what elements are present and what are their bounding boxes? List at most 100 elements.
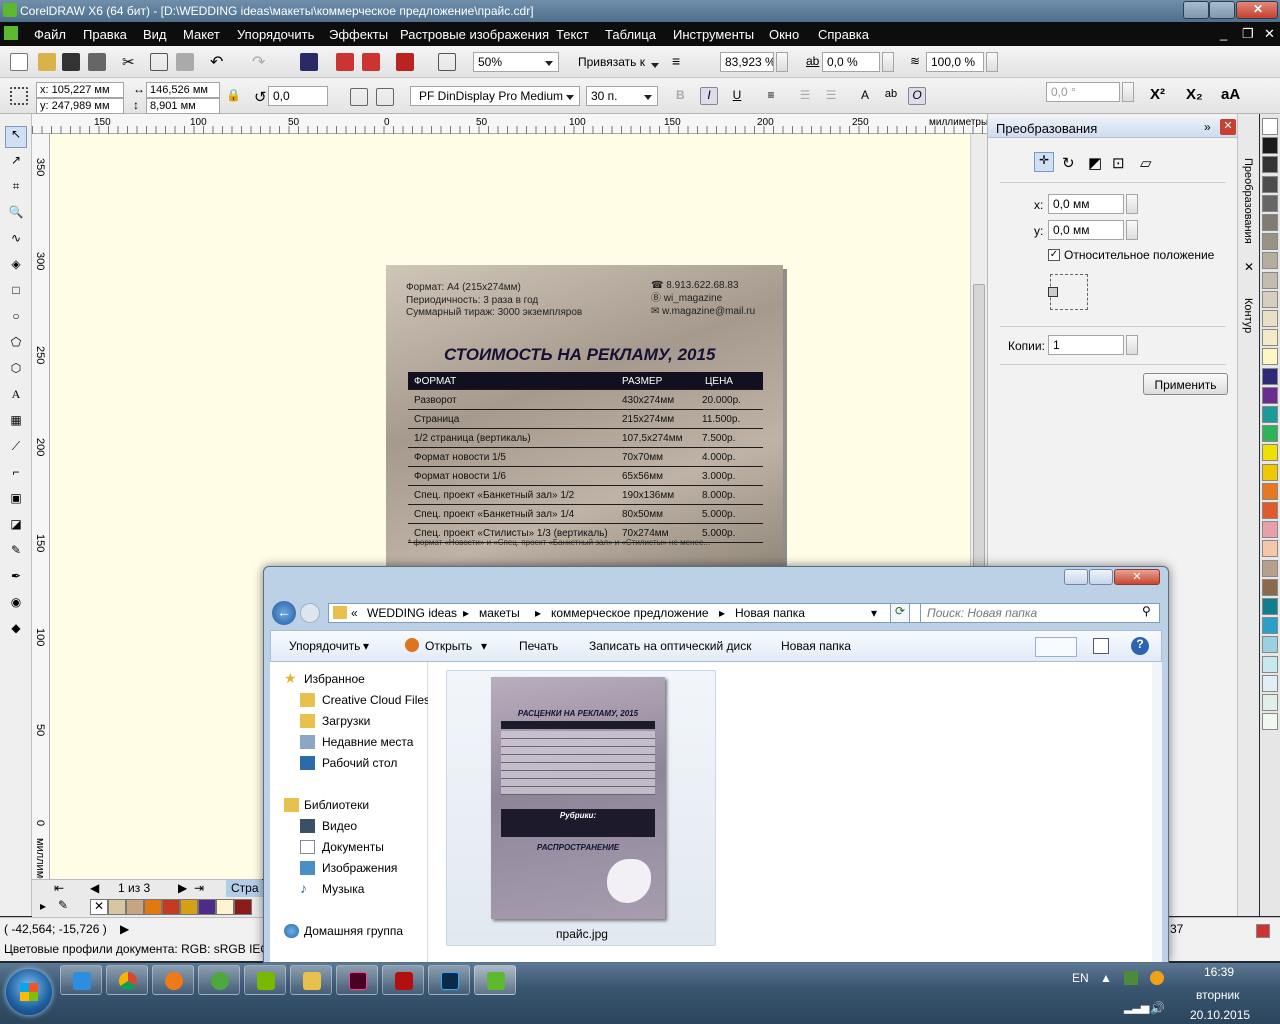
color-swatch[interactable] <box>1262 655 1278 673</box>
nav-favorites[interactable]: ★ Избранное <box>284 670 365 686</box>
color-swatch[interactable] <box>162 899 180 915</box>
nav-libraries[interactable]: Библиотеки <box>284 798 369 812</box>
explorer-minimize-button[interactable] <box>1064 569 1088 585</box>
menu-table[interactable]: Таблица <box>605 27 656 42</box>
tray-expand-icon[interactable]: ▲ <box>1100 971 1112 985</box>
docker-collapse-icon[interactable]: » <box>1204 120 1211 134</box>
cut-icon[interactable]: ✂ <box>122 53 140 71</box>
horizontal-ruler[interactable]: 150 100 50 0 50 100 150 200 250 миллимет… <box>32 114 988 134</box>
polygon-tool-icon[interactable]: ⬠ <box>5 335 27 357</box>
docker-tab-close-icon[interactable]: ✕ <box>1244 260 1254 274</box>
print-icon[interactable] <box>88 53 106 71</box>
nav-music[interactable]: ♪ Музыка <box>298 880 364 896</box>
color-swatch[interactable] <box>126 899 144 915</box>
apply-button[interactable]: Применить <box>1143 373 1228 395</box>
superscript-icon[interactable]: X² <box>1150 86 1165 103</box>
back-arrow-icon[interactable]: ← <box>272 601 296 625</box>
view-options-icon[interactable] <box>1035 637 1077 657</box>
subscript-icon[interactable]: X₂ <box>1186 86 1203 103</box>
open-icon[interactable] <box>38 53 56 71</box>
font-family-select[interactable]: PF DinDisplay Pro Medium <box>410 86 580 106</box>
menu-view[interactable]: Вид <box>143 27 167 42</box>
tab-transformations[interactable]: Преобразования <box>1242 158 1254 244</box>
color-swatch[interactable] <box>1262 233 1278 251</box>
height-field[interactable]: 8,901 мм <box>146 98 220 114</box>
eyedropper-tool-icon[interactable]: ✎ <box>5 543 27 565</box>
menu-help[interactable]: Справка <box>818 27 869 42</box>
new-icon[interactable] <box>10 53 28 71</box>
export-icon[interactable] <box>362 53 380 71</box>
breadcrumb-item[interactable]: коммерческое предложение <box>551 606 709 620</box>
paste-icon[interactable] <box>176 53 194 71</box>
taskbar-chrome[interactable] <box>106 965 148 995</box>
table-tool-icon[interactable]: ▦ <box>5 413 27 435</box>
doc-close-icon[interactable]: ✕ <box>1264 26 1275 42</box>
menu-layout[interactable]: Макет <box>183 27 220 42</box>
breadcrumb-item[interactable]: Новая папка <box>735 606 805 620</box>
menu-file[interactable]: Файл <box>34 27 66 42</box>
app-tray-icon[interactable] <box>1150 971 1164 985</box>
clock-day[interactable]: вторник <box>1196 988 1239 1002</box>
color-swatch[interactable] <box>1262 329 1278 347</box>
menu-tools[interactable]: Инструменты <box>673 27 754 42</box>
color-swatch[interactable] <box>180 899 198 915</box>
color-swatch[interactable] <box>1262 540 1278 558</box>
dropcap-icon[interactable]: ☰ <box>822 88 840 106</box>
last-page-icon[interactable]: ⇥ <box>194 881 204 895</box>
nav-pictures[interactable]: Изображения <box>298 861 397 875</box>
transform-y-spin[interactable] <box>1126 220 1138 240</box>
copies-field[interactable]: 1 <box>1048 335 1124 355</box>
minimize-button[interactable] <box>1183 1 1209 19</box>
color-swatch[interactable] <box>1262 694 1278 711</box>
color-swatch[interactable] <box>1262 156 1278 174</box>
refresh-icon[interactable]: ⟳ <box>890 603 910 623</box>
next-page-icon[interactable]: ▶ <box>178 881 187 895</box>
breadcrumb-sep-icon[interactable]: ▸ <box>535 606 541 620</box>
bullets-icon[interactable]: ☰ <box>796 88 814 106</box>
menu-arrange[interactable]: Упорядочить <box>237 27 314 42</box>
open-dropdown-icon[interactable]: ▾ <box>481 639 487 653</box>
freehand-tool-icon[interactable]: ∿ <box>5 231 27 253</box>
scale-mirror-tab-icon[interactable]: ◩ <box>1088 154 1102 172</box>
taskbar-photoshop[interactable] <box>428 965 470 995</box>
skew-field[interactable]: 0,0 % <box>822 52 880 72</box>
search-input[interactable]: Поиск: Новая папка <box>920 603 1160 623</box>
interactive-fill-icon[interactable]: ◆ <box>5 621 27 643</box>
ellipse-tool-icon[interactable]: ○ <box>5 309 27 331</box>
color-swatch[interactable] <box>1262 386 1278 404</box>
color-swatch[interactable] <box>1262 674 1278 692</box>
color-swatch[interactable] <box>1262 425 1278 443</box>
taskbar-indesign[interactable] <box>336 965 378 995</box>
save-icon[interactable] <box>62 53 80 71</box>
transform-x-spin[interactable] <box>1126 194 1138 214</box>
search-content-icon[interactable] <box>300 53 318 71</box>
taskbar-acrobat[interactable] <box>382 965 424 995</box>
text-direction-icon[interactable]: O <box>908 87 926 105</box>
color-swatch[interactable] <box>1262 482 1278 500</box>
color-swatch[interactable] <box>1262 444 1278 462</box>
shape-tool-icon[interactable]: ↗ <box>5 153 27 175</box>
connector-tool-icon[interactable]: ⌐ <box>5 465 27 487</box>
new-folder-button[interactable]: Новая папка <box>781 639 851 653</box>
nav-documents[interactable]: Документы <box>298 840 384 854</box>
fill-indicator-icon[interactable] <box>1256 924 1270 938</box>
transform-x-field[interactable]: 0,0 мм <box>1048 194 1124 214</box>
mirror-h-icon[interactable] <box>350 88 368 106</box>
rotate-tab-icon[interactable]: ↻ <box>1062 154 1075 172</box>
skew-spin[interactable] <box>882 52 894 72</box>
y-position-field[interactable]: y: 247,989 мм <box>36 98 124 114</box>
x-position-field[interactable]: x: 105,227 мм <box>36 82 124 98</box>
burn-disc-button[interactable]: Записать на оптический диск <box>589 639 752 653</box>
font-size-select[interactable]: 30 п. <box>586 86 658 106</box>
mirror-v-icon[interactable] <box>376 88 394 106</box>
zoom-tool-icon[interactable]: 🔍 <box>5 205 27 227</box>
color-swatch[interactable] <box>1262 406 1278 423</box>
color-swatch[interactable] <box>1262 348 1278 366</box>
blend-tool-icon[interactable]: ▣ <box>5 491 27 513</box>
full-screen-icon[interactable] <box>438 53 456 71</box>
docker-close-icon[interactable]: ✕ <box>1220 119 1236 135</box>
doc-minimize-icon[interactable]: _ <box>1220 26 1227 41</box>
color-swatch[interactable] <box>1262 214 1278 231</box>
color-swatch[interactable] <box>1262 598 1278 615</box>
color-swatch[interactable] <box>1262 463 1278 481</box>
